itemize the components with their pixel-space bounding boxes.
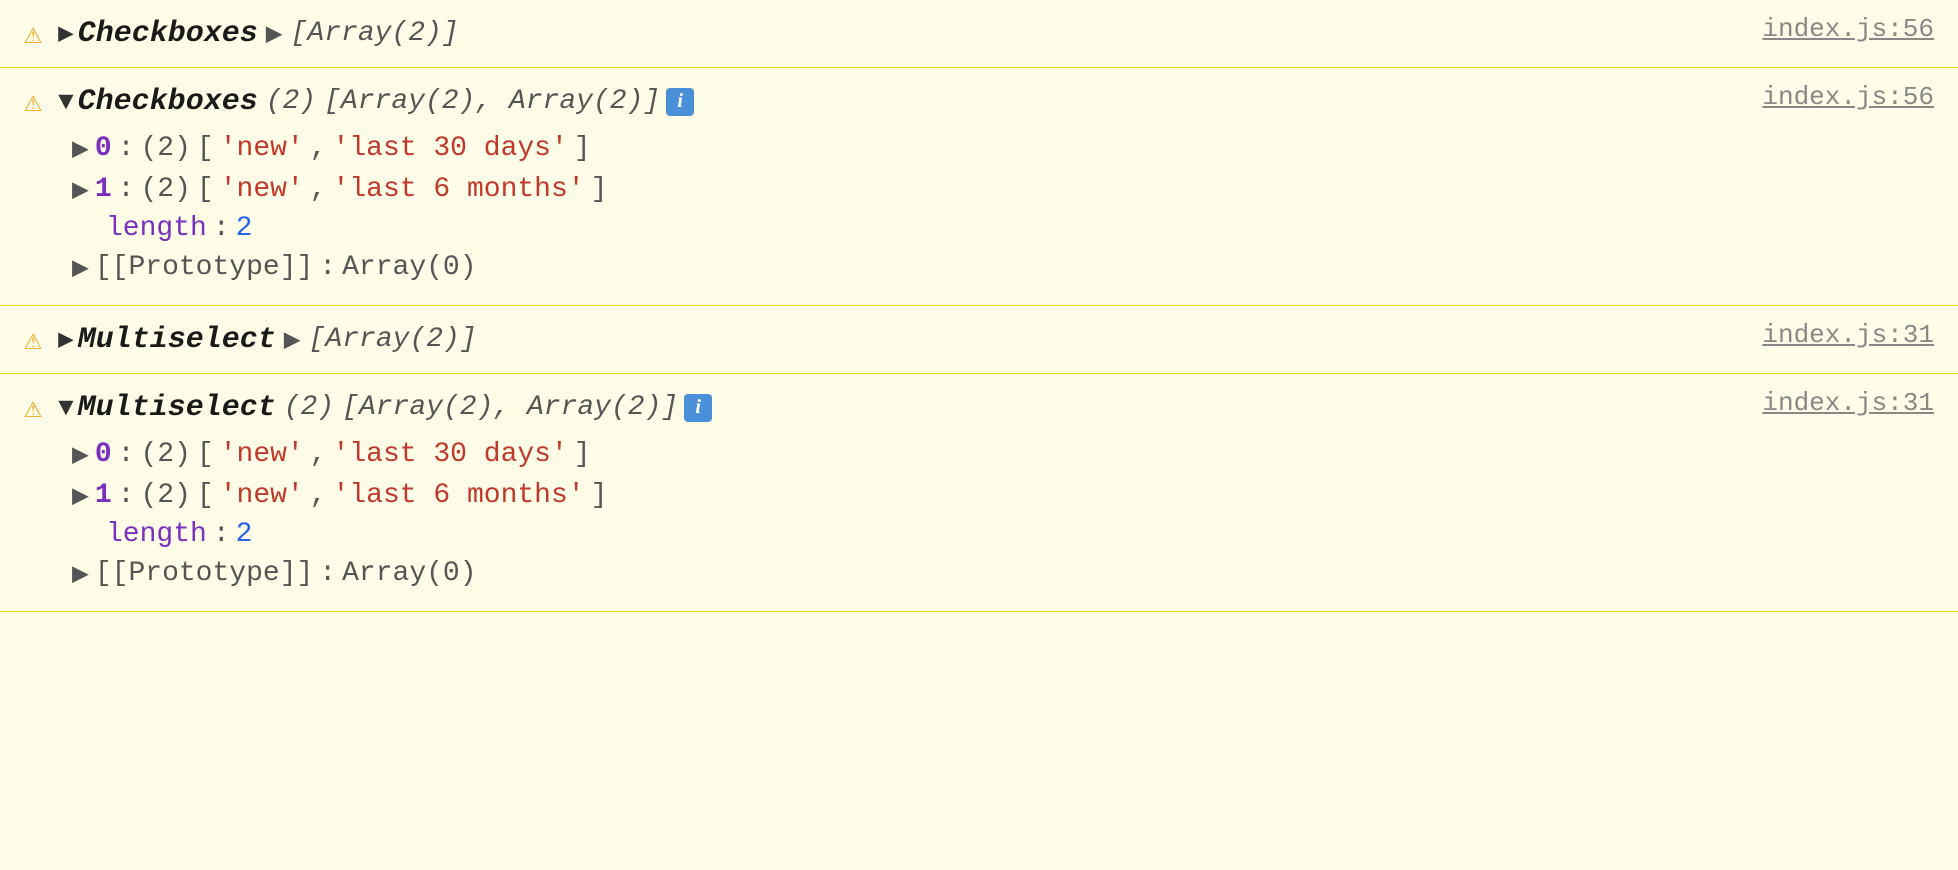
string-val-4-1-1: 'last 6 months' — [333, 480, 585, 511]
expanded-content-4: ▶ 0 : (2) [ 'new' , 'last 30 days' ] ▶ 1… — [72, 437, 1934, 591]
array-item-2-0: ▶ 0 : (2) [ 'new' , 'last 30 days' ] — [72, 131, 1934, 166]
colon-4-1: : — [118, 480, 135, 511]
string-val-4-0-1: 'last 30 days' — [333, 439, 568, 470]
warning-icon-4: ⚠ — [24, 390, 42, 427]
toggle-arrow-4[interactable]: ▼ — [58, 393, 74, 423]
length-colon-4: : — [213, 519, 230, 550]
info-badge-2[interactable]: i — [666, 88, 694, 116]
array-item-2-1: ▶ 1 : (2) [ 'new' , 'last 6 months' ] — [72, 172, 1934, 207]
array-preview-3: [Array(2)] — [309, 324, 477, 355]
comma-4-1: , — [310, 480, 327, 511]
label-checkboxes-1: Checkboxes — [78, 17, 258, 51]
file-link-2[interactable]: index.js:56 — [1722, 82, 1934, 112]
string-val-2-1-1: 'last 6 months' — [333, 174, 585, 205]
colon-2-1: : — [118, 174, 135, 205]
bracket-close-4-0: ] — [574, 439, 591, 470]
string-val-2-0-0: 'new' — [220, 133, 304, 164]
item-arrow-4-0[interactable]: ▶ — [72, 437, 89, 472]
bracket-close-2-0: ] — [574, 133, 591, 164]
warning-icon-1: ⚠ — [24, 16, 42, 53]
proto-arrow-2[interactable]: ▶ — [72, 250, 89, 285]
prototype-label-4: [[Prototype]] — [95, 558, 313, 589]
array-item-4-1: ▶ 1 : (2) [ 'new' , 'last 6 months' ] — [72, 478, 1934, 513]
toggle-arrow-1[interactable]: ▶ — [58, 18, 74, 49]
prototype-row-2: ▶ [[Prototype]] : Array(0) — [72, 250, 1934, 285]
bracket-open-2-0: [ — [197, 133, 214, 164]
length-value-4: 2 — [236, 519, 253, 550]
colon-4-0: : — [118, 439, 135, 470]
label-checkboxes-2: Checkboxes — [78, 85, 258, 119]
file-link-1[interactable]: index.js:56 — [1722, 14, 1934, 44]
label-multiselect-3: Multiselect — [78, 323, 276, 357]
console-row-3: ⚠ ▶ Multiselect ▶ [Array(2)] index.js:31 — [0, 306, 1958, 374]
array-preview-1: [Array(2)] — [291, 18, 459, 49]
length-spacer-4 — [72, 519, 100, 550]
string-val-2-1-0: 'new' — [220, 174, 304, 205]
length-value-2: 2 — [236, 213, 253, 244]
console-row-1: ⚠ ▶ Checkboxes ▶ [Array(2)] index.js:56 — [0, 0, 1958, 68]
item-index-2-0: 0 — [95, 133, 112, 164]
console-row-4: ⚠ ▼ Multiselect (2) [Array(2), Array(2)]… — [0, 374, 1958, 612]
string-val-2-0-1: 'last 30 days' — [333, 133, 568, 164]
warning-icon-2: ⚠ — [24, 84, 42, 121]
array-item-4-0: ▶ 0 : (2) [ 'new' , 'last 30 days' ] — [72, 437, 1934, 472]
expanded-content-2: ▶ 0 : (2) [ 'new' , 'last 30 days' ] ▶ 1… — [72, 131, 1934, 285]
prototype-value-4: Array(0) — [342, 558, 476, 589]
length-label-2: length — [106, 213, 207, 244]
array-count-4: (2) — [284, 392, 334, 423]
item-count-2-1: (2) — [140, 174, 190, 205]
bracket-close-4-1: ] — [591, 480, 608, 511]
array-count-2: (2) — [266, 86, 316, 117]
proto-colon-2: : — [319, 252, 336, 283]
warning-icon-3: ⚠ — [24, 322, 42, 359]
string-val-4-1-0: 'new' — [220, 480, 304, 511]
length-label-4: length — [106, 519, 207, 550]
comma-2-0: , — [310, 133, 327, 164]
item-index-2-1: 1 — [95, 174, 112, 205]
arrow-separator-1: ▶ — [266, 16, 283, 51]
item-arrow-2-0[interactable]: ▶ — [72, 131, 89, 166]
length-row-4: length : 2 — [72, 519, 1934, 550]
bracket-close-2-1: ] — [591, 174, 608, 205]
arrow-separator-3: ▶ — [284, 322, 301, 357]
array-bracket-2: [Array(2), Array(2)] — [324, 86, 660, 117]
string-val-4-0-0: 'new' — [220, 439, 304, 470]
array-bracket-4: [Array(2), Array(2)] — [342, 392, 678, 423]
length-spacer-2 — [72, 213, 100, 244]
item-index-4-0: 0 — [95, 439, 112, 470]
prototype-value-2: Array(0) — [342, 252, 476, 283]
toggle-arrow-2[interactable]: ▼ — [58, 87, 74, 117]
comma-4-0: , — [310, 439, 327, 470]
item-index-4-1: 1 — [95, 480, 112, 511]
bracket-open-4-1: [ — [197, 480, 214, 511]
proto-arrow-4[interactable]: ▶ — [72, 556, 89, 591]
label-multiselect-4: Multiselect — [78, 391, 276, 425]
length-colon-2: : — [213, 213, 230, 244]
console-panel: ⚠ ▶ Checkboxes ▶ [Array(2)] index.js:56 … — [0, 0, 1958, 612]
prototype-label-2: [[Prototype]] — [95, 252, 313, 283]
info-badge-4[interactable]: i — [684, 394, 712, 422]
item-count-4-1: (2) — [140, 480, 190, 511]
file-link-3[interactable]: index.js:31 — [1722, 320, 1934, 350]
toggle-arrow-3[interactable]: ▶ — [58, 324, 74, 355]
bracket-open-2-1: [ — [197, 174, 214, 205]
item-count-2-0: (2) — [140, 133, 190, 164]
file-link-4[interactable]: index.js:31 — [1722, 388, 1934, 418]
bracket-open-4-0: [ — [197, 439, 214, 470]
proto-colon-4: : — [319, 558, 336, 589]
prototype-row-4: ▶ [[Prototype]] : Array(0) — [72, 556, 1934, 591]
item-arrow-2-1[interactable]: ▶ — [72, 172, 89, 207]
length-row-2: length : 2 — [72, 213, 1934, 244]
item-arrow-4-1[interactable]: ▶ — [72, 478, 89, 513]
item-count-4-0: (2) — [140, 439, 190, 470]
comma-2-1: , — [310, 174, 327, 205]
colon-2-0: : — [118, 133, 135, 164]
console-row-2: ⚠ ▼ Checkboxes (2) [Array(2), Array(2)] … — [0, 68, 1958, 306]
